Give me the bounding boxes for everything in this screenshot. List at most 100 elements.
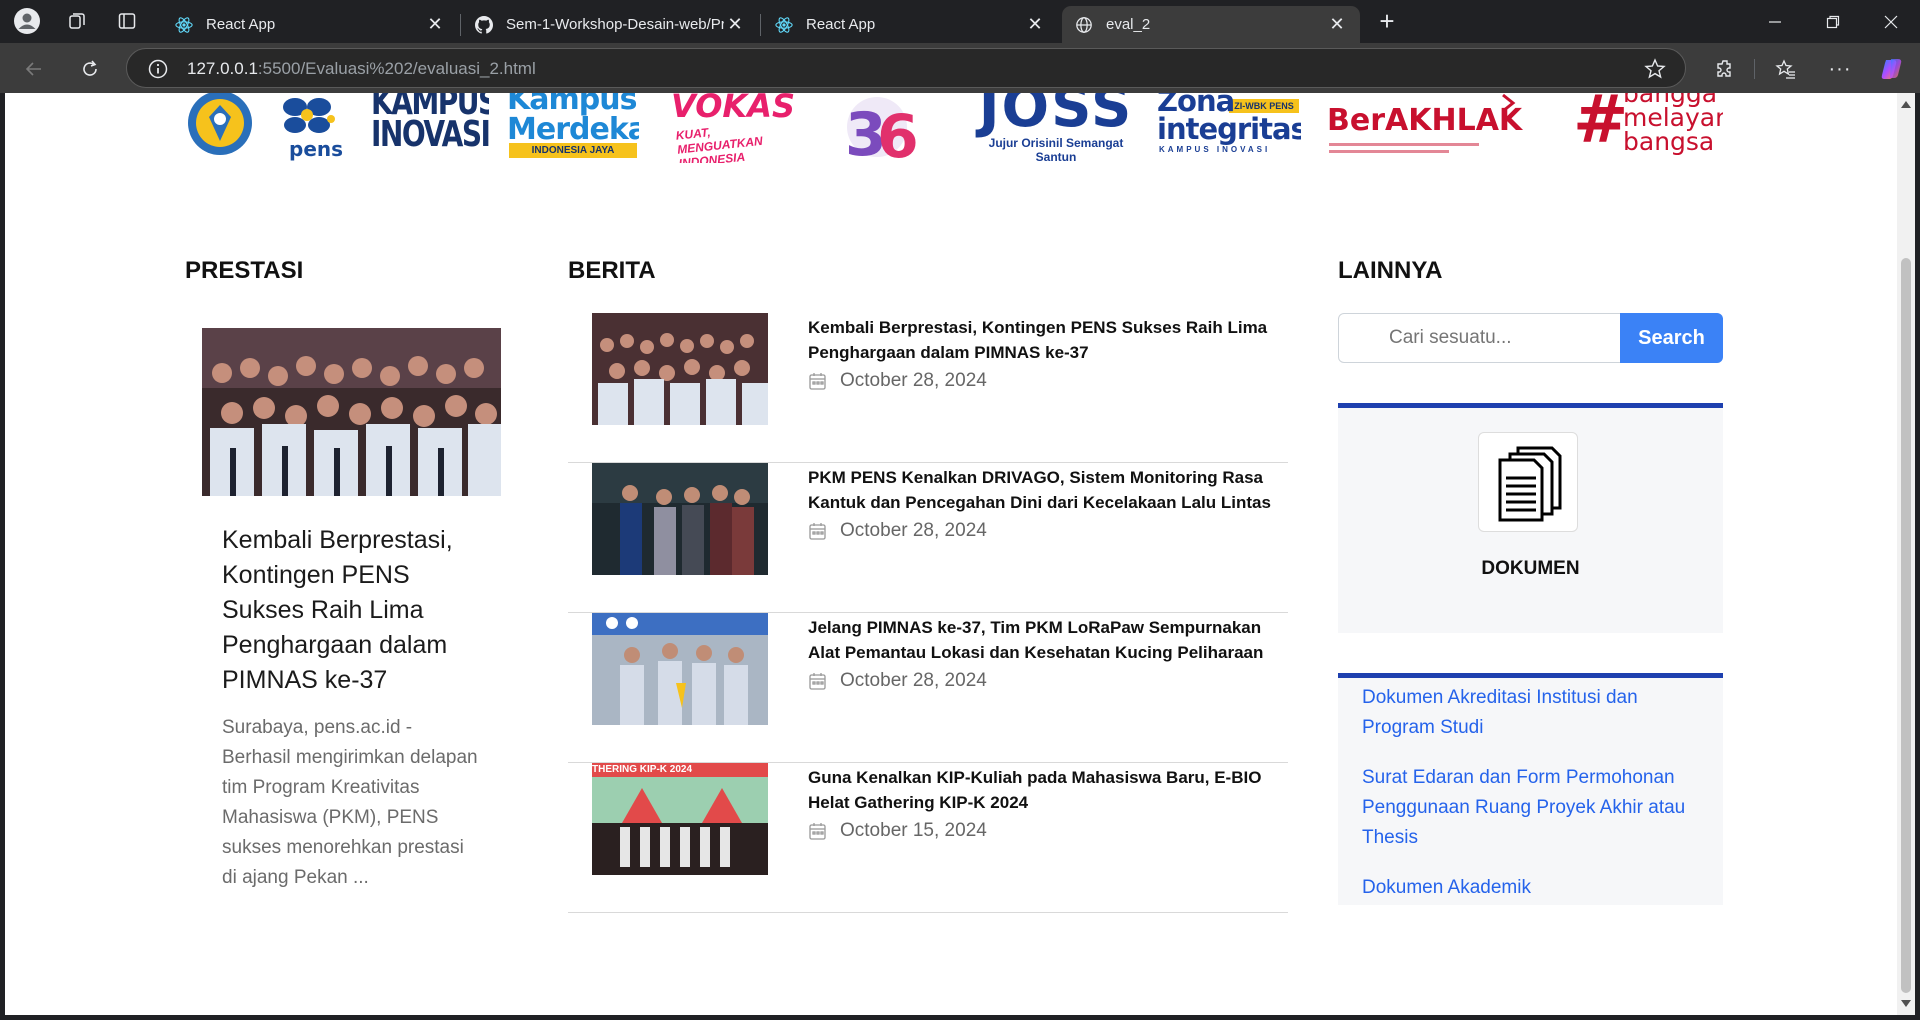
documents-icon (1478, 432, 1578, 532)
news-date: October 28, 2024 (808, 370, 987, 392)
tab-divider (760, 14, 761, 36)
profile-icon[interactable] (12, 6, 42, 36)
news-title[interactable]: Kembali Berprestasi, Kontingen PENS Suks… (808, 315, 1283, 365)
refresh-icon[interactable] (74, 53, 106, 85)
restore-icon[interactable] (1804, 0, 1862, 43)
url-host: 127.0.0.1 (187, 59, 258, 78)
site-info-icon[interactable] (147, 58, 169, 80)
close-tab-icon[interactable]: ✕ (424, 14, 446, 35)
joss-logo: JOSS Jujur Orisinil Semangat Santun (975, 93, 1137, 163)
anniversary-36-logo: 36 (825, 93, 925, 163)
kampus-inovasi-logo-text: KAMPUS INOVASI (371, 93, 489, 155)
page-scrollbar[interactable] (1897, 93, 1915, 1015)
tab-title: React App (206, 16, 276, 33)
news-item[interactable]: PKM PENS Kenalkan DRIVAGO, Sistem Monito… (568, 463, 1288, 613)
dokumen-card[interactable]: DOKUMEN (1338, 403, 1723, 633)
favorite-star-icon[interactable] (1643, 57, 1667, 81)
url-text: 127.0.0.1:5500/Evaluasi%202/evaluasi_2.h… (187, 59, 536, 79)
tab-bar: React App ✕ Sem-1-Workshop-Desain-web/Pr… (0, 0, 1920, 43)
kampus-merdeka-logo-text: Kampus Merdeka (507, 93, 639, 147)
berita-heading: BERITA (568, 257, 656, 284)
news-date-text: October 28, 2024 (840, 670, 987, 691)
zona-integritas-logo: ZI-WBK PENS Zona integritas KAMPUS INOVA… (1157, 93, 1301, 163)
browser-tab[interactable]: React App ✕ (762, 6, 1058, 43)
browser-tab[interactable]: React App ✕ (162, 6, 458, 43)
more-options-icon[interactable]: ··· (1826, 55, 1854, 83)
zona-integritas-logo-text: Zona integritas (1157, 93, 1301, 146)
news-thumbnail[interactable] (592, 613, 768, 725)
news-item[interactable]: Jelang PIMNAS ke-37, Tim PKM LoRaPaw Sem… (568, 613, 1288, 763)
berakhlak-tagline-line (1329, 143, 1479, 146)
news-title[interactable]: Guna Kenalkan KIP-Kuliah pada Mahasiswa … (808, 765, 1283, 815)
document-link[interactable]: Dokumen Akreditasi Institusi dan Program… (1362, 683, 1712, 743)
scroll-up-arrow-icon[interactable] (1901, 101, 1911, 108)
news-thumbnail[interactable] (592, 313, 768, 425)
news-item[interactable]: Kembali Berprestasi, Kontingen PENS Suks… (568, 313, 1288, 463)
partner-logos: pens KAMPUS INOVASI Kampus Merdeka INDON… (185, 93, 1725, 165)
tab-title: eval_2 (1106, 16, 1151, 33)
globe-icon (1074, 15, 1094, 35)
news-date-text: October 28, 2024 (840, 520, 987, 541)
prestasi-heading: PRESTASI (185, 257, 304, 284)
document-link[interactable]: Surat Edaran dan Form Permohonan Penggun… (1362, 763, 1712, 853)
favorites-icon[interactable] (1772, 55, 1800, 83)
address-bar[interactable]: 127.0.0.1:5500/Evaluasi%202/evaluasi_2.h… (126, 48, 1686, 88)
close-tab-icon[interactable]: ✕ (724, 14, 746, 35)
news-thumbnail[interactable]: THERING KIP-K 2024 (592, 763, 768, 875)
lainnya-heading: LAINNYA (1338, 257, 1443, 284)
news-date: October 15, 2024 (808, 820, 987, 842)
dokumen-label: DOKUMEN (1481, 558, 1580, 579)
github-icon (474, 15, 494, 35)
scrollbar-thumb[interactable] (1901, 258, 1911, 993)
news-item[interactable]: THERING KIP-K 2024 Guna Kenalkan KIP-Kul… (568, 763, 1288, 913)
kampus-merdeka-logo: Kampus Merdeka INDONESIA JAYA (505, 93, 639, 163)
copilot-icon[interactable] (1878, 55, 1906, 83)
tab-actions-icon[interactable] (112, 6, 142, 36)
kampus-inovasi-logo: KAMPUS INOVASI (371, 93, 489, 163)
news-title[interactable]: PKM PENS Kenalkan DRIVAGO, Sistem Monito… (808, 465, 1283, 515)
new-tab-button[interactable]: + (1372, 6, 1402, 36)
calendar-icon (808, 671, 828, 691)
browser-tab-active[interactable]: eval_2 ✕ (1062, 6, 1360, 43)
news-thumbnail[interactable] (592, 463, 768, 575)
document-links: Dokumen Akreditasi Institusi dan Program… (1338, 673, 1723, 905)
tab-title: Sem-1-Workshop-Desain-web/Pr (506, 16, 724, 33)
search-input[interactable] (1338, 313, 1621, 363)
calendar-icon (808, 371, 828, 391)
berakhlak-logo: BerAKHLAK (1327, 93, 1527, 163)
extensions-icon[interactable] (1712, 55, 1740, 83)
bangsa-text: bangsa (1623, 127, 1715, 156)
joss-logo-sub: Jujur Orisinil Semangat Santun (988, 136, 1124, 163)
svg-text:6: 6 (877, 102, 919, 163)
workspaces-icon[interactable] (62, 6, 92, 36)
pens-logo: pens (275, 93, 345, 163)
news-thumbnail-banner: THERING KIP-K 2024 (592, 764, 693, 775)
browser-toolbar: 127.0.0.1:5500/Evaluasi%202/evaluasi_2.h… (0, 43, 1920, 93)
kemdikbud-logo (185, 93, 257, 157)
react-icon (174, 15, 194, 35)
news-date: October 28, 2024 (808, 520, 987, 542)
berakhlak-logo-text: BerAKHLAK (1327, 103, 1523, 138)
search-button[interactable]: Search (1620, 313, 1723, 363)
tab-title: React App (806, 16, 876, 33)
close-tab-icon[interactable]: ✕ (1326, 14, 1348, 35)
browser-tab[interactable]: Sem-1-Workshop-Desain-web/Pr ✕ (462, 6, 758, 43)
scroll-down-arrow-icon[interactable] (1901, 1000, 1911, 1007)
bangga-melayani-bangsa-logo: # bangga melayani bangsa (1573, 93, 1723, 163)
zona-integritas-logo-sub: KAMPUS INOVASI (1159, 145, 1271, 154)
close-tab-icon[interactable]: ✕ (1024, 14, 1046, 35)
search-form: Search (1338, 313, 1723, 363)
prestasi-title[interactable]: Kembali Berprestasi, Kontingen PENS Suks… (222, 523, 477, 698)
document-link[interactable]: Dokumen Akademik (1362, 873, 1712, 903)
joss-logo-text: JOSS (978, 93, 1134, 140)
prestasi-image[interactable] (202, 328, 501, 496)
back-icon[interactable] (18, 53, 50, 85)
minimize-icon[interactable] (1746, 0, 1804, 43)
calendar-icon (808, 821, 828, 841)
close-window-icon[interactable] (1862, 0, 1920, 43)
calendar-icon (808, 521, 828, 541)
prestasi-excerpt: Surabaya, pens.ac.id - Berhasil mengirim… (222, 717, 478, 888)
vokasi-logo: VOKASI KUAT, MENGUATKAN INDONESIA (655, 93, 795, 163)
news-title[interactable]: Jelang PIMNAS ke-37, Tim PKM LoRaPaw Sem… (808, 615, 1283, 665)
url-path: :5500/Evaluasi%202/evaluasi_2.html (257, 59, 536, 78)
